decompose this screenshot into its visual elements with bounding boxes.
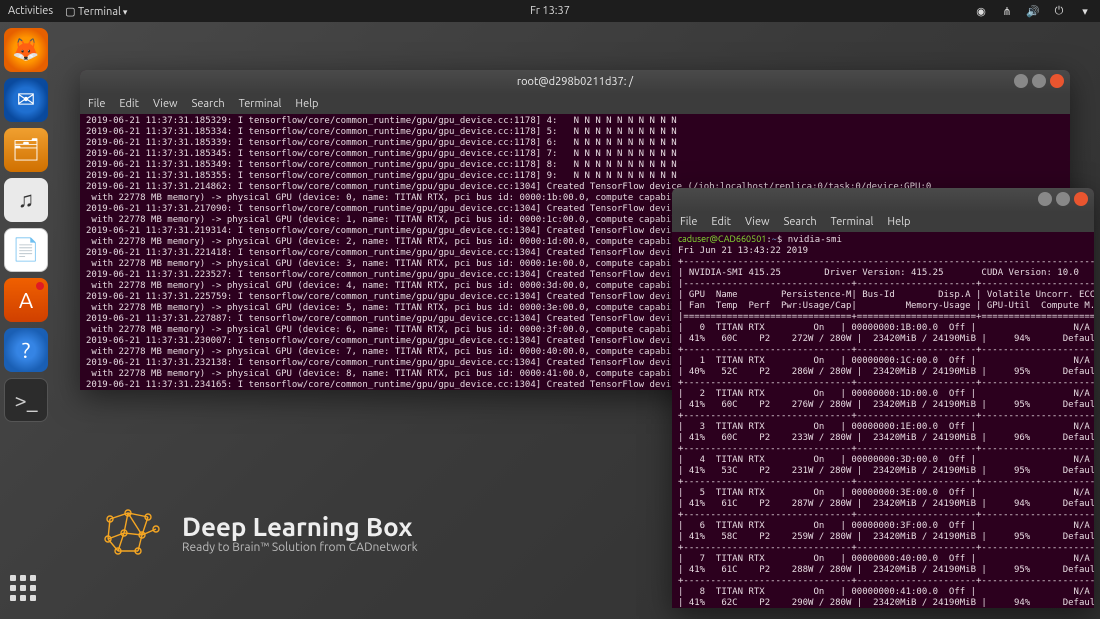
dock-rhythmbox[interactable]: ♫: [4, 178, 48, 222]
menu-terminal[interactable]: Terminal: [831, 216, 874, 228]
dock-ubuntu-software[interactable]: A: [4, 278, 48, 322]
window-minimize-button[interactable]: [1038, 192, 1052, 206]
network-icon[interactable]: ⋔: [1000, 5, 1014, 18]
dock-files[interactable]: 🗂: [4, 128, 48, 172]
brain-logo-icon: [100, 507, 164, 559]
window-minimize-button[interactable]: [1014, 74, 1028, 88]
volume-icon[interactable]: 🔊: [1026, 5, 1040, 18]
dock-help[interactable]: ?: [4, 328, 48, 372]
activities-button[interactable]: Activities: [8, 5, 53, 17]
menu-edit[interactable]: Edit: [119, 98, 139, 110]
window-maximize-button[interactable]: [1056, 192, 1070, 206]
brand-title: Deep Learning Box: [182, 512, 418, 541]
launcher-dock: 🦊 ✉ 🗂 ♫ 📄 A ? >_: [4, 28, 52, 422]
menu-search[interactable]: Search: [784, 216, 817, 228]
power-icon[interactable]: ⏻: [1052, 5, 1066, 18]
dock-firefox[interactable]: 🦊: [4, 28, 48, 72]
terminal-menubar: File Edit View Search Terminal Help: [672, 212, 1094, 232]
wallpaper-branding: Deep Learning Box Ready to Brain™ Soluti…: [100, 507, 418, 559]
terminal-window-nvidia-smi[interactable]: File Edit View Search Terminal Help cadu…: [672, 188, 1094, 608]
menu-search[interactable]: Search: [192, 98, 225, 110]
system-menu-chevron-icon[interactable]: ▾: [1078, 5, 1092, 18]
window-titlebar[interactable]: [672, 188, 1094, 212]
menu-edit[interactable]: Edit: [711, 216, 731, 228]
window-titlebar[interactable]: root@d298b0211d37: /: [80, 70, 1070, 94]
terminal-menubar: File Edit View Search Terminal Help: [80, 94, 1070, 114]
dock-thunderbird[interactable]: ✉: [4, 78, 48, 122]
dock-libreoffice-writer[interactable]: 📄: [4, 228, 48, 272]
brand-subtitle: Ready to Brain™ Solution from CADnetwork: [182, 541, 418, 554]
menu-view[interactable]: View: [153, 98, 178, 110]
terminal-output[interactable]: caduser@CAD660501:~$ nvidia-smi Fri Jun …: [672, 232, 1094, 608]
window-close-button[interactable]: [1050, 74, 1064, 88]
menu-terminal[interactable]: Terminal: [239, 98, 282, 110]
gnome-topbar: Activities ▢ Terminal Fr 13:37 ◉ ⋔ 🔊 ⏻ ▾: [0, 0, 1100, 22]
window-close-button[interactable]: [1074, 192, 1088, 206]
menu-file[interactable]: File: [680, 216, 697, 228]
window-title: root@d298b0211d37: /: [517, 76, 633, 88]
menu-file[interactable]: File: [88, 98, 105, 110]
clock[interactable]: Fr 13:37: [530, 5, 570, 17]
menu-help[interactable]: Help: [295, 98, 318, 110]
menu-help[interactable]: Help: [887, 216, 910, 228]
app-menu-label: Terminal: [78, 6, 121, 18]
window-maximize-button[interactable]: [1032, 74, 1046, 88]
accessibility-icon[interactable]: ◉: [974, 5, 988, 18]
show-applications-button[interactable]: [10, 575, 44, 609]
app-menu[interactable]: ▢ Terminal: [65, 5, 127, 18]
dock-terminal[interactable]: >_: [4, 378, 48, 422]
menu-view[interactable]: View: [745, 216, 770, 228]
